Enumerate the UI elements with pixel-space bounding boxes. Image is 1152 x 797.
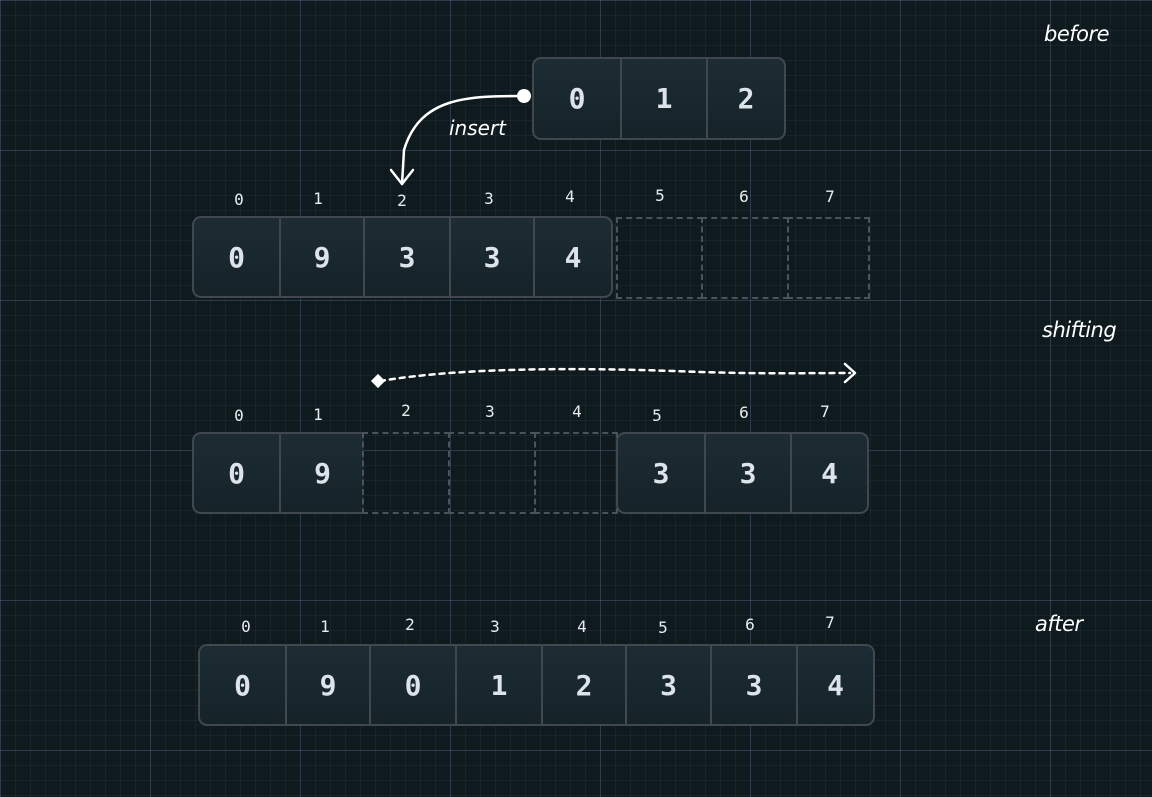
shifting-empty-slot [362,432,450,514]
after-index: 3 [490,617,500,636]
after-array-cell: 2 [541,646,625,724]
after-array-cell: 3 [625,646,710,724]
after-array-cell: 3 [710,646,796,724]
after-array: 0 9 0 1 2 3 3 4 [198,644,875,726]
after-index: 2 [405,615,415,634]
shifting-index: 0 [234,406,244,425]
after-index: 0 [241,617,251,636]
shifting-empty-slot [534,432,618,514]
shifting-left-array: 0 9 [192,432,364,514]
shifting-index: 3 [485,402,495,421]
after-array-cell: 0 [369,646,455,724]
shifting-index: 1 [313,405,323,424]
after-index: 1 [320,617,330,636]
after-array-cell: 1 [455,646,541,724]
shifting-right-array: 3 3 4 [616,432,869,514]
shifting-index: 5 [652,406,662,425]
after-index: 6 [745,615,755,634]
shifting-index: 4 [572,402,582,421]
shifting-array-cell: 3 [704,434,790,512]
diagram-canvas: before shifting after 0 1 2 insert 0 1 2… [0,0,1152,797]
after-array-cell: 4 [796,646,873,724]
shifting-array-cell: 3 [652,456,670,490]
after-array-cell: 0 [234,668,251,702]
after-index: 5 [658,618,668,637]
shifting-index: 2 [401,401,411,420]
shifting-index: 7 [820,402,830,421]
shifting-empty-slot [448,432,536,514]
shifting-array-cell: 9 [279,434,364,512]
shifting-array-cell: 4 [790,434,867,512]
shifting-index: 6 [739,403,749,422]
after-array-cell: 9 [285,646,369,724]
after-index: 7 [825,613,835,632]
shifting-array-cell: 0 [228,456,245,490]
after-index: 4 [577,617,587,636]
